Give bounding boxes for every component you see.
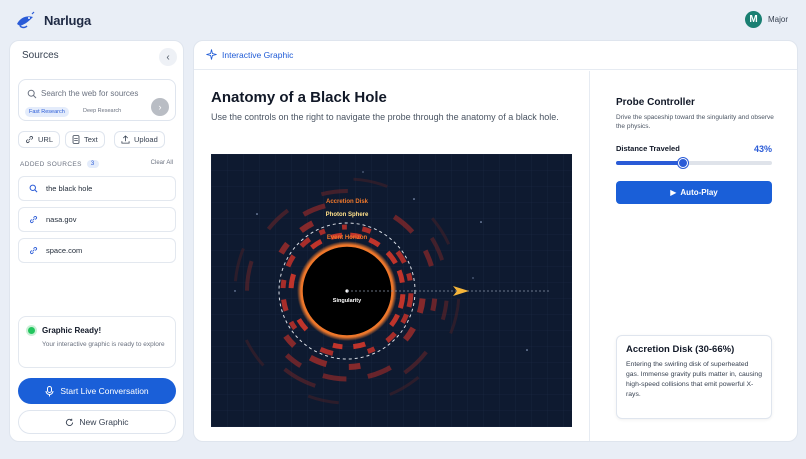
auto-play-button[interactable]: ▶ Auto-Play [616,181,772,204]
graphic-status-card: Graphic Ready! Your interactive graphic … [18,316,176,368]
search-submit-button[interactable]: › [151,98,169,116]
content-area: Anatomy of a Black Hole Use the controls… [211,89,575,123]
probe-controller: Probe Controller Drive the spaceship tow… [616,97,776,204]
chevron-left-icon: ‹ [166,51,170,63]
disk-arc [281,299,289,312]
sources-count-badge: 3 [86,160,99,168]
singularity-label: Singularity [333,298,362,304]
document-icon [72,135,80,144]
sidebar-title: Sources [22,50,59,61]
link-icon [26,136,33,143]
deep-research-toggle[interactable]: Deep Research [83,108,121,114]
disk-arc [396,269,405,284]
controller-title: Probe Controller [616,97,695,108]
disk-arc [280,279,287,289]
interactive-graphic-label: Interactive Graphic [222,50,294,60]
main-header: Interactive Graphic [194,41,797,70]
added-sources-heading: ADDED SOURCES 3 [20,160,99,168]
upload-button[interactable]: Upload [114,131,165,148]
auto-play-label: Auto-Play [680,188,718,197]
source-item[interactable]: the black hole [18,176,176,201]
link-icon [29,246,38,255]
add-url-label: URL [38,135,54,144]
controller-description: Drive the spaceship toward the singulari… [616,114,774,130]
distance-value: 43% [753,144,772,154]
sources-sidebar: Sources ‹ Fast Research Deep Research › … [9,40,184,442]
source-label: space.com [46,246,83,255]
added-sources-label: ADDED SOURCES [20,160,82,168]
link-icon [29,215,38,224]
status-dot [28,327,35,334]
page-subtitle: Use the controls on the right to navigat… [211,112,559,122]
photon-sphere-label: Photon Sphere [326,212,369,218]
new-graphic-label: New Graphic [79,417,129,427]
microphone-icon [45,385,54,396]
source-label: the black hole [46,184,93,193]
slider-thumb[interactable] [678,158,689,168]
disk-arc [361,226,372,234]
status-description: Your interactive graphic is ready to exp… [42,341,165,348]
add-url-button[interactable]: URL [18,131,61,148]
disk-arc [352,341,367,350]
avatar: M [744,11,762,28]
main-panel: Interactive Graphic Anatomy of a Black H… [193,40,798,442]
accretion-disk-label: Accretion Disk [326,199,369,205]
disk-arc [332,342,343,350]
source-search-box: Fast Research Deep Research › [18,79,176,121]
black-hole-graphic[interactable]: Accretion Disk Photon Sphere Event Horiz… [211,154,572,427]
disk-arc [430,298,438,312]
info-title: Accretion Disk (30-66%) [626,344,735,355]
source-label: nasa.gov [46,215,77,224]
info-body: Entering the swirling disk of superheate… [626,361,762,398]
upload-label: Upload [134,135,158,144]
disk-arc [416,298,426,314]
top-bar: Narluga M Major [0,0,806,40]
user-menu[interactable]: M Major [744,11,788,28]
panel-divider [589,71,590,441]
live-button-label: Start Live Conversation [60,386,149,396]
app-name: Narluga [44,12,92,28]
start-live-conversation-button[interactable]: Start Live Conversation [18,378,176,404]
region-info-card: Accretion Disk (30-66%) Entering the swi… [616,335,772,419]
narluga-logo-icon [17,11,35,29]
fast-research-toggle[interactable]: Fast Research [25,107,69,117]
distance-row: Distance Traveled 43% [616,144,772,154]
disk-arc [406,272,413,281]
disk-arc [406,293,414,308]
upload-icon [121,135,130,144]
collapse-sidebar-button[interactable]: ‹ [159,48,177,66]
slider-fill [616,161,684,165]
disk-arc [366,346,376,354]
status-title: Graphic Ready! [42,326,102,335]
disk-arc [288,273,296,289]
source-item[interactable]: space.com [18,238,176,263]
add-text-label: Text [84,135,98,144]
event-horizon-label: Event Horizon [327,235,368,241]
brand[interactable]: Narluga [14,9,91,31]
play-icon: ▶ [670,188,677,197]
distance-slider[interactable] [616,158,772,168]
user-name: Major [767,15,788,24]
disk-arc [318,228,326,236]
search-icon [27,89,37,99]
sparkle-icon [206,49,217,60]
page-title: Anatomy of a Black Hole [211,89,387,106]
refresh-icon [66,418,74,426]
black-hole-svg: Accretion Disk Photon Sphere Event Horiz… [211,154,572,427]
search-input[interactable] [41,86,167,100]
new-graphic-button[interactable]: New Graphic [18,410,176,434]
add-text-button[interactable]: Text [65,131,105,148]
disk-arc [397,294,406,309]
search-icon [29,184,38,193]
disk-arc [348,362,361,370]
distance-label: Distance Traveled [616,144,680,153]
chevron-right-icon: › [158,102,162,112]
clear-all-button[interactable]: Clear All [151,160,173,166]
source-item[interactable]: nasa.gov [18,207,176,232]
